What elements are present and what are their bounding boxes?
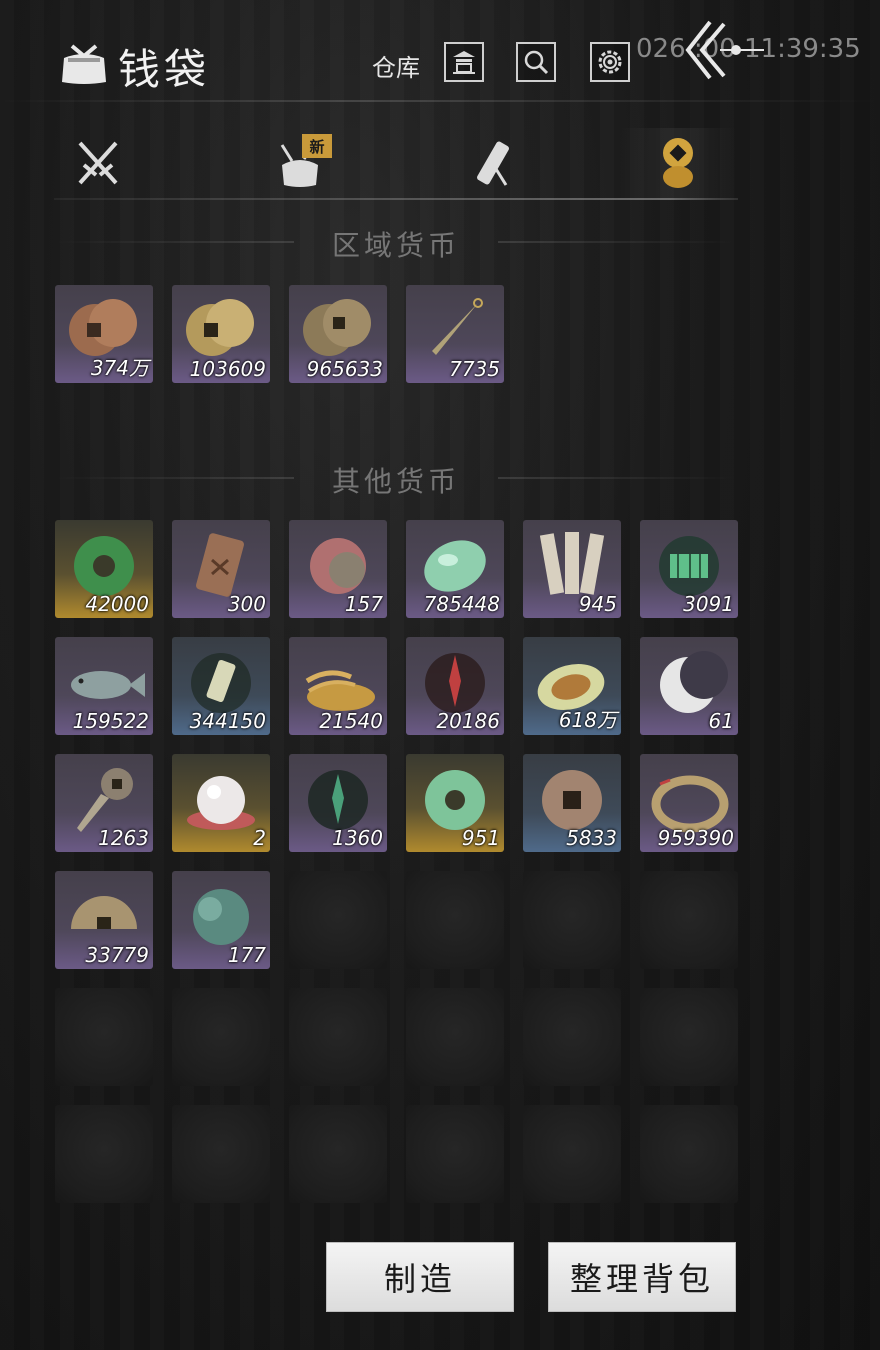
item-quantity: 1360 bbox=[332, 826, 383, 850]
currency-slot[interactable]: 1360 bbox=[289, 754, 387, 852]
currency-slot[interactable]: 5833 bbox=[523, 754, 621, 852]
item-quantity: 3091 bbox=[683, 592, 734, 616]
empty-slot[interactable] bbox=[406, 988, 504, 1086]
header-divider bbox=[0, 100, 880, 102]
item-quantity: 103609 bbox=[189, 357, 266, 381]
item-quantity: 2 bbox=[253, 826, 266, 850]
item-quantity: 951 bbox=[461, 826, 500, 850]
item-quantity: 344150 bbox=[189, 709, 266, 733]
currency-slot[interactable]: 157 bbox=[289, 520, 387, 618]
item-quantity: 374万 bbox=[90, 356, 149, 380]
empty-slot[interactable] bbox=[406, 1105, 504, 1203]
search-button[interactable] bbox=[516, 42, 556, 82]
empty-slot[interactable] bbox=[289, 1105, 387, 1203]
empty-slot[interactable] bbox=[55, 1105, 153, 1203]
tab-materials[interactable] bbox=[240, 128, 360, 198]
warehouse-label: 仓库 bbox=[372, 54, 420, 82]
currency-slot[interactable]: 7735 bbox=[406, 285, 504, 383]
tab-scrolls[interactable] bbox=[434, 128, 554, 198]
empty-slot[interactable] bbox=[640, 988, 738, 1086]
item-quantity: 20186 bbox=[436, 709, 500, 733]
currency-slot[interactable]: 21540 bbox=[289, 637, 387, 735]
empty-slot[interactable] bbox=[640, 1105, 738, 1203]
back-button[interactable] bbox=[680, 16, 770, 86]
currency-slot[interactable]: 965633 bbox=[289, 285, 387, 383]
craft-button[interactable]: 制造 bbox=[326, 1242, 514, 1312]
currency-slot[interactable]: 1263 bbox=[55, 754, 153, 852]
empty-slot[interactable] bbox=[523, 988, 621, 1086]
item-quantity: 157 bbox=[344, 592, 383, 616]
search-icon bbox=[524, 50, 549, 75]
currency-slot[interactable]: 959390 bbox=[640, 754, 738, 852]
item-quantity: 33779 bbox=[85, 943, 149, 967]
item-quantity: 42000 bbox=[85, 592, 149, 616]
settings-button[interactable] bbox=[590, 42, 630, 82]
new-badge: 新 bbox=[302, 134, 332, 158]
item-quantity: 945 bbox=[578, 592, 617, 616]
currency-slot[interactable]: 785448 bbox=[406, 520, 504, 618]
warehouse-icon bbox=[453, 51, 475, 74]
scroll-icon bbox=[477, 141, 509, 186]
category-tabs bbox=[54, 128, 738, 202]
currency-slot[interactable]: 618万 bbox=[523, 637, 621, 735]
currency-slot[interactable]: 61 bbox=[640, 637, 738, 735]
currency-slot[interactable]: 177 bbox=[172, 871, 270, 969]
item-quantity: 618万 bbox=[558, 708, 617, 732]
section-title-other: 其他货币 bbox=[331, 465, 460, 498]
header: 钱袋 仓库 026 :00 11:39:35 bbox=[0, 0, 880, 110]
page-title: 钱袋 bbox=[118, 45, 211, 94]
item-quantity: 959390 bbox=[657, 826, 734, 850]
item-quantity: 300 bbox=[227, 592, 266, 616]
item-quantity: 61 bbox=[708, 709, 734, 733]
currency-slot[interactable]: 344150 bbox=[172, 637, 270, 735]
item-quantity: 785448 bbox=[423, 592, 500, 616]
currency-slot[interactable]: 42000 bbox=[55, 520, 153, 618]
money-pouch-icon bbox=[62, 44, 106, 84]
empty-slot[interactable] bbox=[289, 988, 387, 1086]
currency-slot[interactable]: 3091 bbox=[640, 520, 738, 618]
currency-slot[interactable]: 945 bbox=[523, 520, 621, 618]
gear-icon bbox=[598, 50, 622, 74]
tab-divider bbox=[54, 198, 738, 200]
section-title-regional: 区域货币 bbox=[331, 229, 460, 262]
empty-slot[interactable] bbox=[172, 988, 270, 1086]
empty-slot[interactable] bbox=[523, 871, 621, 969]
crossed-swords-icon bbox=[78, 141, 118, 185]
coin-stack-icon bbox=[663, 138, 693, 188]
empty-slot[interactable] bbox=[172, 1105, 270, 1203]
currency-slot[interactable]: 2 bbox=[172, 754, 270, 852]
item-quantity: 177 bbox=[227, 943, 266, 967]
sort-bag-button[interactable]: 整理背包 bbox=[548, 1242, 736, 1312]
warehouse-button[interactable] bbox=[444, 42, 484, 82]
empty-slot[interactable] bbox=[640, 871, 738, 969]
item-quantity: 7735 bbox=[449, 357, 500, 381]
currency-slot[interactable]: 300 bbox=[172, 520, 270, 618]
currency-slot[interactable]: 374万 bbox=[55, 285, 153, 383]
item-quantity: 1263 bbox=[98, 826, 149, 850]
empty-slot[interactable] bbox=[523, 1105, 621, 1203]
currency-slot[interactable]: 33779 bbox=[55, 871, 153, 969]
currency-slot[interactable]: 103609 bbox=[172, 285, 270, 383]
currency-slot[interactable]: 159522 bbox=[55, 637, 153, 735]
tab-weapons[interactable] bbox=[38, 128, 158, 198]
item-quantity: 159522 bbox=[72, 709, 149, 733]
empty-slot[interactable] bbox=[289, 871, 387, 969]
item-quantity: 21540 bbox=[319, 709, 383, 733]
empty-slot[interactable] bbox=[55, 988, 153, 1086]
currency-slot[interactable]: 20186 bbox=[406, 637, 504, 735]
item-quantity: 965633 bbox=[306, 357, 383, 381]
item-quantity: 5833 bbox=[566, 826, 617, 850]
empty-slot[interactable] bbox=[406, 871, 504, 969]
tab-currency[interactable] bbox=[618, 128, 738, 198]
currency-slot[interactable]: 951 bbox=[406, 754, 504, 852]
